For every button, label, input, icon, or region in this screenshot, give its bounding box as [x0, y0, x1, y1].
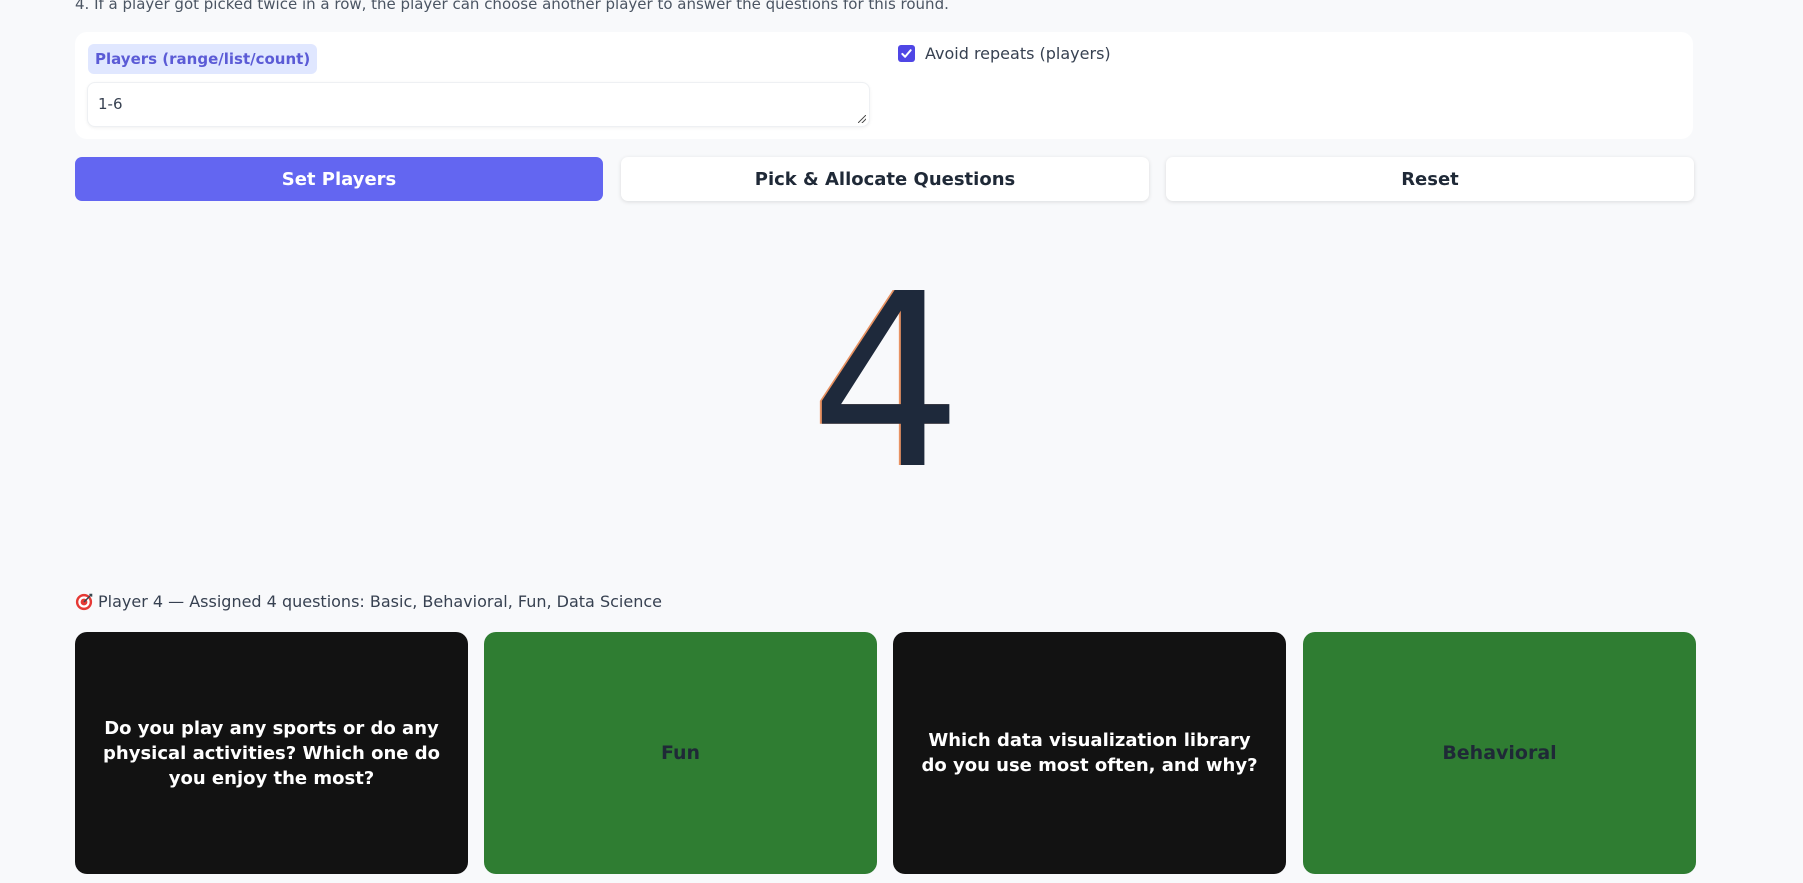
players-input-value: 1-6 — [98, 95, 123, 113]
question-card[interactable]: Do you play any sports or do any physica… — [75, 632, 468, 874]
resize-grip-icon[interactable] — [858, 115, 866, 123]
avoid-repeats-checkbox[interactable] — [898, 45, 915, 62]
players-field-label: Players (range/list/count) — [88, 44, 318, 74]
settings-panel: Players (range/list/count) 1-6 Avoid rep… — [75, 32, 1693, 139]
players-input[interactable]: 1-6 — [87, 82, 870, 127]
avoid-repeats-label: Avoid repeats (players) — [925, 44, 1111, 63]
target-icon — [75, 593, 93, 610]
checkmark-icon — [901, 49, 912, 58]
rule-text: 4. If a player got picked twice in a row… — [75, 0, 949, 13]
set-players-button[interactable]: Set Players — [75, 157, 603, 201]
question-card-text: Which data visualization library do you … — [921, 730, 1258, 776]
category-card-text: Fun — [660, 741, 701, 764]
category-card-text: Behavioral — [1442, 741, 1557, 764]
question-card[interactable]: Which data visualization library do you … — [893, 632, 1286, 874]
picked-player-number: 4 — [810, 242, 963, 522]
result-text: Player 4 — Assigned 4 questions: Basic, … — [98, 592, 662, 611]
category-card[interactable]: Fun — [484, 632, 877, 874]
category-card[interactable]: Behavioral — [1303, 632, 1696, 874]
reset-button[interactable]: Reset — [1166, 157, 1694, 201]
question-card-text: Do you play any sports or do any physica… — [103, 717, 440, 789]
pick-allocate-button[interactable]: Pick & Allocate Questions — [621, 157, 1149, 201]
result-summary: Player 4 — Assigned 4 questions: Basic, … — [75, 592, 662, 611]
avoid-repeats-option[interactable]: Avoid repeats (players) — [898, 44, 1111, 63]
